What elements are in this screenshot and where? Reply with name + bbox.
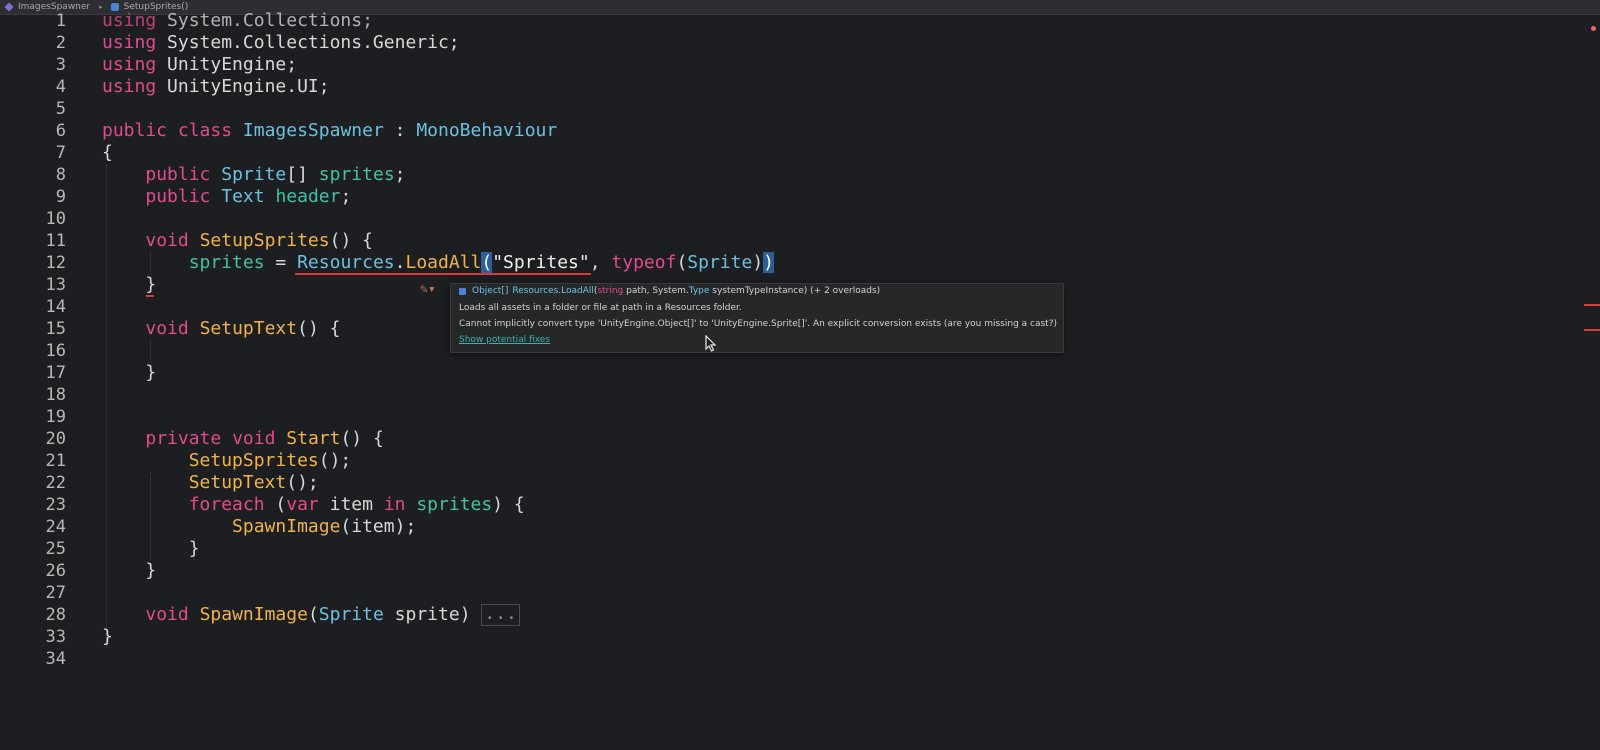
line-number: 7: [55, 143, 66, 163]
code-line: }: [145, 362, 157, 383]
signature-param-name: systemTypeInstance): [709, 286, 811, 296]
method-icon: [459, 287, 466, 295]
error-tooltip: Object[] Resources.LoadAll ( string path…: [450, 283, 1064, 353]
line-number: 26: [45, 561, 66, 581]
code-line: private void Start() {: [145, 428, 384, 449]
line-number: 18: [45, 385, 66, 405]
line-number: 20: [45, 429, 66, 449]
line-number: 6: [55, 121, 66, 141]
tooltip-signature: Object[] Resources.LoadAll ( string path…: [459, 286, 880, 296]
code-line: }: [145, 560, 157, 581]
code-line: {: [102, 142, 113, 163]
code-line: public Text header;: [145, 186, 352, 207]
line-number: 17: [45, 363, 66, 383]
code-line: SetupSprites();: [188, 450, 352, 471]
code-line: void SpawnImage(Sprite sprite) ...: [102, 604, 520, 626]
line-number: 21: [45, 451, 66, 471]
line-number: 3: [55, 55, 66, 75]
code-line: using UnityEngine;: [102, 54, 298, 75]
signature-return-type: Object[]: [472, 286, 509, 296]
code-line-error: sprites = Resources.LoadAll("Sprites", t…: [188, 252, 775, 273]
line-number: 1: [55, 11, 66, 31]
line-number: 8: [55, 165, 66, 185]
line-number: 22: [45, 473, 66, 493]
code-line: public Sprite[] sprites;: [145, 164, 406, 185]
signature-method: Resources.LoadAll: [512, 286, 594, 296]
line-number: 16: [45, 341, 66, 361]
scrollbar-error-marker[interactable]: [1584, 304, 1600, 306]
signature-param-type: Type: [688, 286, 710, 296]
line-number: 14: [45, 297, 66, 317]
indent-guide: [150, 340, 151, 362]
code-line: }: [102, 626, 113, 647]
line-number: 2: [55, 33, 66, 53]
line-number: 9: [55, 187, 66, 207]
scrollbar-error-marker[interactable]: [1584, 329, 1600, 331]
code-line: void SetupText() {: [145, 318, 341, 339]
scrollbar-error-indicator[interactable]: [1591, 26, 1596, 31]
code-line: public class ImagesSpawner : MonoBehavio…: [102, 120, 558, 141]
line-number: 34: [45, 649, 66, 669]
tooltip-error-message: Cannot implicitly convert type 'UnityEng…: [459, 319, 1057, 329]
line-number: 11: [45, 231, 66, 251]
signature-param-type: string: [597, 286, 624, 296]
line-number: 4: [55, 77, 66, 97]
line-number: 23: [45, 495, 66, 515]
quick-fix-lightbulb-icon[interactable]: ✎▾: [420, 283, 440, 296]
code-line: using UnityEngine.UI;: [102, 76, 330, 97]
show-potential-fixes-link[interactable]: Show potential fixes: [459, 335, 550, 345]
code-editor-window: ImagesSpawner ▸ SetupSprites() 1 2 3 4 5…: [0, 0, 1600, 750]
code-line: foreach (var item in sprites) {: [188, 494, 525, 515]
code-line: void SetupSprites() {: [145, 230, 373, 251]
code-line: using System.Collections;: [102, 10, 373, 31]
code-line: using System.Collections.Generic;: [102, 32, 460, 53]
line-number: 25: [45, 539, 66, 559]
error-squiggle: [146, 295, 154, 297]
mouse-cursor-icon: [705, 335, 717, 352]
line-number: 33: [45, 627, 66, 647]
line-number: 28: [45, 605, 66, 625]
line-number: 19: [45, 407, 66, 427]
line-number: 24: [45, 517, 66, 537]
line-number: 12: [45, 253, 66, 273]
signature-param-namespace: System.: [652, 286, 689, 296]
line-number: 5: [55, 99, 66, 119]
signature-overloads: (+ 2 overloads): [810, 286, 881, 296]
code-line: SetupText();: [188, 472, 319, 493]
line-number: 10: [45, 209, 66, 229]
line-number: 15: [45, 319, 66, 339]
folded-region-button[interactable]: ...: [481, 604, 520, 626]
code-line: }: [188, 538, 200, 559]
code-line: }: [145, 274, 157, 295]
code-line: SpawnImage(item);: [232, 516, 417, 537]
line-number: 13: [45, 275, 66, 295]
error-squiggle: [295, 273, 591, 275]
line-number: 27: [45, 583, 66, 603]
tooltip-description: Loads all assets in a folder or file at …: [459, 303, 742, 313]
signature-param-name: path,: [623, 286, 653, 296]
